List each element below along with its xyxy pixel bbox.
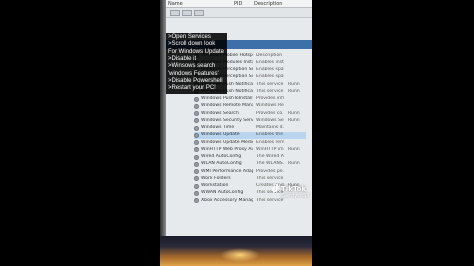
service-name: Windows Search [201,110,239,116]
toolbar [166,8,312,18]
service-name: Wired AutoConfig [201,154,242,159]
overlay-line: >Disable it [168,56,197,63]
service-name: Workstation [201,183,229,188]
service-description: Enables the ... [256,132,284,138]
service-gear-icon [194,132,199,138]
overlay-line: >Open Services [168,34,211,40]
service-row[interactable]: WLAN AutoConfig The WLANS... Runn [194,161,306,168]
service-name: Windows Update [201,132,240,138]
service-gear-icon [194,169,199,174]
service-row[interactable]: Windows Update Medic Se...Enables rem... [194,139,306,146]
column-name[interactable]: Name [168,1,183,7]
overlay-line: >Winsows search [168,63,216,70]
overlay-line: 'windows Features' [168,70,219,77]
service-row[interactable]: Work Folders This service ... [194,175,306,182]
service-description: This service ... [256,81,284,87]
tiktok-icon [272,184,279,192]
service-name: Windows Update Medic Se... [201,139,253,145]
service-name: Xbox Accessory Manage... [201,197,253,203]
service-description: The WLANS... [256,161,284,167]
service-description: Enables inst... [256,59,284,65]
service-gear-icon [194,111,199,116]
tiktok-handle: @erdyco53 [281,193,310,199]
service-description: Provides pe... [256,168,284,174]
service-description: Windows Se... [256,117,284,123]
service-gear-icon [194,96,199,102]
service-row[interactable]: Windows Security ServiceWindows Se... Run… [194,117,306,124]
service-status: Runn [288,81,300,87]
service-name: WWAN AutoConfig [201,190,244,196]
service-row[interactable]: Windows Remote Manage...Windows Re... [194,103,306,110]
service-description: This service ... [256,175,284,181]
service-description: The Wired A... [256,154,284,159]
service-name: WinHTTP Web Proxy Auto... [201,146,253,152]
service-status: Runn [288,117,300,123]
service-gear-icon [194,103,199,109]
column-description[interactable]: Description [254,1,282,7]
service-row[interactable]: Wired AutoConfig The Wired A... [194,154,306,161]
service-description: Enables rem... [256,139,284,145]
sun-glow [220,248,260,262]
service-description: WinHTTP im... [256,146,284,152]
service-gear-icon [194,198,199,203]
overlay-line: >Disable Powershell [168,78,223,85]
service-status: Runn [288,161,300,167]
service-row[interactable]: Windows Time Maintains d... [194,125,306,132]
service-gear-icon [194,183,199,189]
service-gear-icon [194,190,199,196]
service-description: Enables spat... [256,74,284,80]
service-gear-icon [194,118,199,124]
service-gear-icon [194,161,199,167]
service-row[interactable]: WinHTTP Web Proxy Auto...WinHTTP im... Ru… [194,146,306,153]
service-name: Windows Remote Manage... [201,103,253,109]
service-description: Maintains d... [256,125,284,130]
overlay-line: >Scroll down look [168,41,216,48]
service-row[interactable]: WMI Performance AdapterProvides pe... [194,168,306,175]
service-status: Runn [288,146,300,152]
service-description: This service ... [256,88,284,94]
service-gear-icon [194,154,199,160]
service-name: WLAN AutoConfig [201,161,242,167]
service-name: Windows PushToInstall Serv... [201,96,253,101]
service-status: Runn [288,110,300,116]
service-row[interactable]: Windows Update Enables the ... [194,131,306,139]
service-description: Provides co... [256,110,284,116]
forward-icon[interactable] [182,10,192,16]
service-gear-icon [194,140,199,145]
service-name: Windows Security Service [201,117,253,123]
service-row[interactable]: Windows Search Provides co... Runn [194,110,306,117]
service-status: Runn [288,88,300,94]
service-name: Windows Time [201,125,235,130]
overlay-line: >Restart your PC! [168,85,216,92]
tiktok-brand: TikTok [281,185,307,193]
service-gear-icon [194,147,199,153]
refresh-icon[interactable] [194,10,204,16]
service-name: WMI Performance Adapter [201,168,253,174]
service-description: Windows Re... [256,103,284,109]
service-description: Description [256,52,283,58]
column-pid[interactable]: PID [234,1,242,7]
service-gear-icon [194,176,199,182]
service-gear-icon [194,125,199,131]
service-description: Provides infr... [256,96,284,101]
tiktok-watermark: TikTok @erdyco53 [272,184,309,199]
service-description: Enables spat... [256,67,284,72]
service-name: Work Folders [201,175,231,181]
column-header: Name PID Description [166,0,312,8]
overlay-line: For Windows Update [168,48,225,55]
back-icon[interactable] [170,10,180,16]
instruction-overlay: >Open Services >Scroll down look For Win… [166,33,227,94]
service-row[interactable]: Windows PushToInstall Serv...Provides in… [194,96,306,103]
